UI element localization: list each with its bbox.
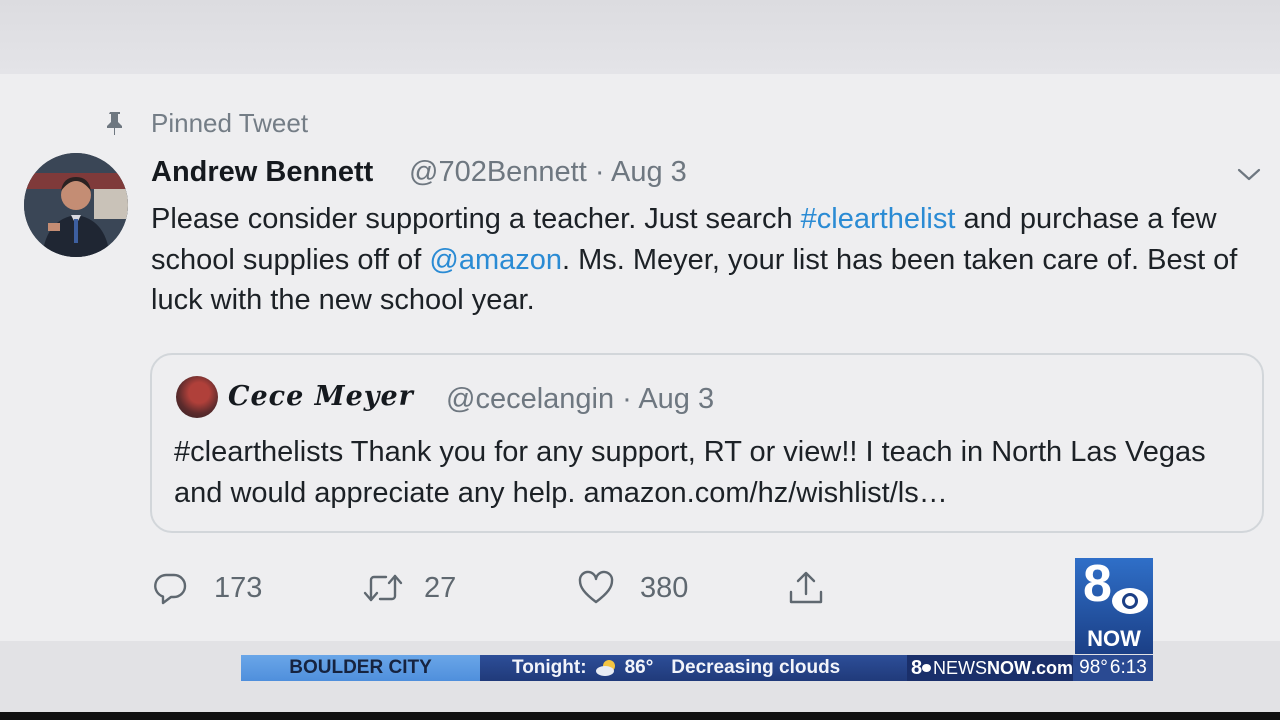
video-letterbox bbox=[0, 712, 1280, 720]
logo-now-label: NOW bbox=[1087, 626, 1141, 651]
ticker-tonight-label: Tonight: bbox=[512, 657, 587, 678]
author-name[interactable]: Andrew Bennett bbox=[151, 156, 373, 189]
quoted-handle[interactable]: @cecelangin bbox=[446, 383, 614, 415]
date-separator: · bbox=[622, 383, 632, 415]
mention-link[interactable]: @amazon bbox=[429, 244, 562, 276]
quoted-date[interactable]: Aug 3 bbox=[638, 383, 714, 415]
pin-icon bbox=[107, 112, 122, 135]
quoted-avatar[interactable] bbox=[176, 376, 218, 418]
avatar-photo bbox=[24, 153, 128, 257]
ticker-site-suffix: .com bbox=[1030, 657, 1073, 678]
like-button[interactable]: 380 bbox=[578, 568, 688, 608]
news-ticker: BOULDER CITY Tonight: 86° Decreasing clo… bbox=[241, 655, 1153, 681]
date-separator: · bbox=[594, 156, 605, 188]
ticker-clock: 6:13 bbox=[1109, 657, 1147, 678]
ticker-current-temp: 98° bbox=[1079, 657, 1108, 678]
reply-button[interactable]: 173 bbox=[152, 568, 262, 608]
hashtag-link[interactable]: #clearthelist bbox=[801, 203, 956, 235]
ticker-website: 8 NEWS NOW .com bbox=[907, 655, 1073, 681]
share-button[interactable] bbox=[788, 568, 824, 608]
logo-number: 8 bbox=[1083, 555, 1112, 613]
retweet-button[interactable]: 27 bbox=[362, 568, 456, 608]
author-handle[interactable]: @702Bennett bbox=[409, 156, 587, 188]
tweet-text: Please consider supporting a teacher. Ju… bbox=[151, 199, 1271, 321]
retweet-icon bbox=[363, 574, 403, 602]
ticker-site-news: NEWS bbox=[932, 657, 987, 678]
author-meta: @702Bennett · Aug 3 bbox=[409, 156, 687, 189]
reply-icon bbox=[154, 573, 187, 605]
tweet-date[interactable]: Aug 3 bbox=[611, 156, 687, 188]
quoted-meta: @cecelangin · Aug 3 bbox=[446, 383, 714, 416]
quoted-text: #clearthelists Thank you for any support… bbox=[174, 436, 1206, 509]
cbs-eye-mini-icon bbox=[922, 664, 931, 672]
ticker-forecast: Decreasing clouds bbox=[671, 657, 841, 678]
ticker-weather: Tonight: 86° Decreasing clouds bbox=[480, 655, 907, 681]
chevron-down-icon[interactable] bbox=[1236, 162, 1262, 188]
station-logo: 8 NOW bbox=[1075, 555, 1153, 654]
ticker-temp: 86° bbox=[624, 657, 654, 678]
share-icon bbox=[789, 571, 823, 604]
ticker-site-prefix: 8 bbox=[911, 656, 923, 679]
tweet-text-part: Please consider supporting a teacher. Ju… bbox=[151, 203, 801, 235]
cbs-eye-icon bbox=[1112, 588, 1148, 614]
pinned-tweet-label: Pinned Tweet bbox=[151, 108, 309, 138]
author-avatar[interactable] bbox=[24, 153, 128, 257]
retweet-count: 27 bbox=[424, 571, 457, 604]
quoted-tweet[interactable]: Cece Meyer @cecelangin · Aug 3 #clearthe… bbox=[150, 353, 1264, 533]
top-background bbox=[0, 0, 1280, 74]
ticker-city: BOULDER CITY bbox=[241, 655, 480, 681]
reply-count: 173 bbox=[214, 571, 263, 604]
like-icon bbox=[578, 570, 614, 604]
like-count: 380 bbox=[640, 571, 689, 604]
partly-cloudy-icon bbox=[595, 660, 615, 676]
quoted-author-name[interactable]: Cece Meyer bbox=[228, 381, 414, 412]
ticker-site-now: NOW bbox=[986, 657, 1031, 678]
ticker-time: 98° 6:13 bbox=[1073, 655, 1153, 681]
